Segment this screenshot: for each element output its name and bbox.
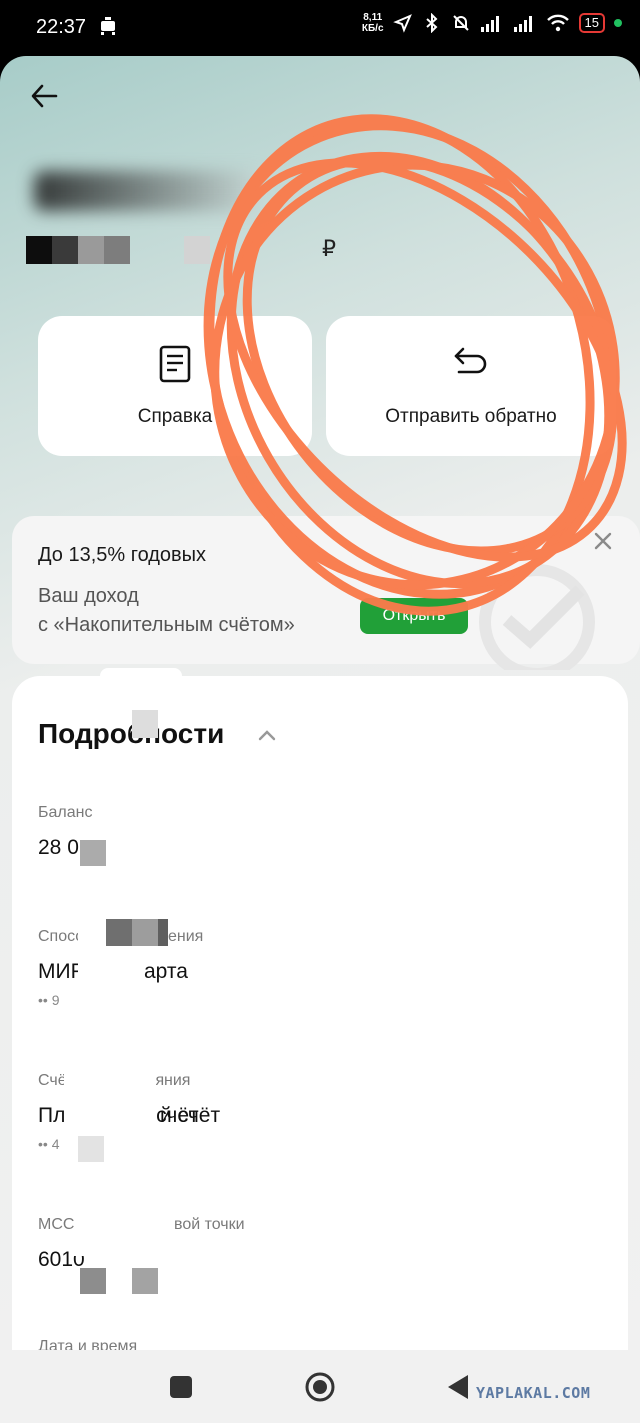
- bluetooth-icon: [425, 13, 437, 33]
- details-tab-notch: [100, 668, 182, 686]
- mcc-mosaic-2: [132, 1268, 158, 1294]
- location-arrow-icon: [392, 14, 412, 33]
- taxi-icon: [101, 17, 115, 35]
- help-button[interactable]: Справка: [38, 316, 312, 456]
- balance-label: Баланс: [38, 804, 93, 821]
- payment-method-card-mask: •• 9: [38, 992, 60, 1008]
- home-circle-icon[interactable]: [303, 1370, 337, 1404]
- promo-open-button[interactable]: Открыть: [360, 598, 468, 634]
- payment-method-label-tail: ения: [168, 928, 204, 945]
- credit-account-label-tail: ния: [164, 1072, 191, 1089]
- bell-muted-icon: [452, 15, 469, 31]
- arrow-left-icon[interactable]: [28, 80, 60, 112]
- help-label: Справка: [137, 406, 213, 427]
- status-bar: 22:37 8,11 КБ/с 15: [0, 0, 640, 56]
- watermark: YAPLAKAL.COM: [476, 1384, 591, 1402]
- recipient-mosaic-2: [184, 236, 210, 264]
- payment-mosaic-1: [106, 919, 132, 946]
- balance-value: 28 0: [38, 836, 79, 859]
- close-icon[interactable]: [592, 530, 614, 552]
- payment-method-value-tail: арта: [144, 960, 188, 983]
- mcc-mosaic-1: [80, 1268, 106, 1294]
- details-section: Подробности Баланс 28 0 Способ списания …: [12, 668, 628, 1350]
- status-time: 22:37: [36, 16, 87, 38]
- recipient-mosaic: [26, 236, 130, 264]
- title-mosaic: [132, 710, 158, 738]
- payment-mosaic-2: [132, 919, 158, 946]
- send-back-button[interactable]: Отправить обратно: [326, 316, 616, 456]
- promo-title: До 13,5% годовых: [38, 544, 207, 566]
- credit-account-value-tail: й счёт: [160, 1104, 221, 1127]
- datetime-label: Дата и время: [38, 1338, 138, 1350]
- battery-indicator: 15: [578, 13, 605, 33]
- mcc-label-tail: вой точки: [174, 1216, 245, 1233]
- wifi-icon: [546, 14, 569, 32]
- transaction-screen: ₽ Справка Отправить обратно До 13,5% год…: [0, 56, 640, 1350]
- return-arrow-icon: [454, 347, 487, 374]
- checkmark-decoration-icon: [479, 564, 595, 670]
- recents-square-icon[interactable]: [164, 1370, 198, 1404]
- credit-account-mask: •• 4: [38, 1136, 60, 1152]
- send-back-label: Отправить обратно: [385, 406, 557, 427]
- currency-symbol: ₽: [322, 236, 336, 261]
- amount-obscured: [34, 171, 264, 211]
- promo-subtitle: Ваш доход с «Накопительным счётом»: [38, 585, 295, 636]
- payment-mosaic-3: [158, 919, 168, 946]
- signal-icon: [480, 16, 499, 32]
- chevron-up-icon[interactable]: [258, 726, 276, 744]
- credit-mosaic: [78, 1136, 104, 1162]
- savings-promo-banner[interactable]: До 13,5% годовых Ваш доход с «Накопитель…: [12, 516, 640, 670]
- balance-mosaic: [80, 840, 106, 866]
- privacy-dot: [614, 19, 622, 27]
- signal-icon-2: [513, 16, 532, 32]
- document-icon: [159, 345, 191, 383]
- back-triangle-icon[interactable]: [442, 1370, 476, 1404]
- network-speed: 8,11 КБ/с: [361, 12, 384, 34]
